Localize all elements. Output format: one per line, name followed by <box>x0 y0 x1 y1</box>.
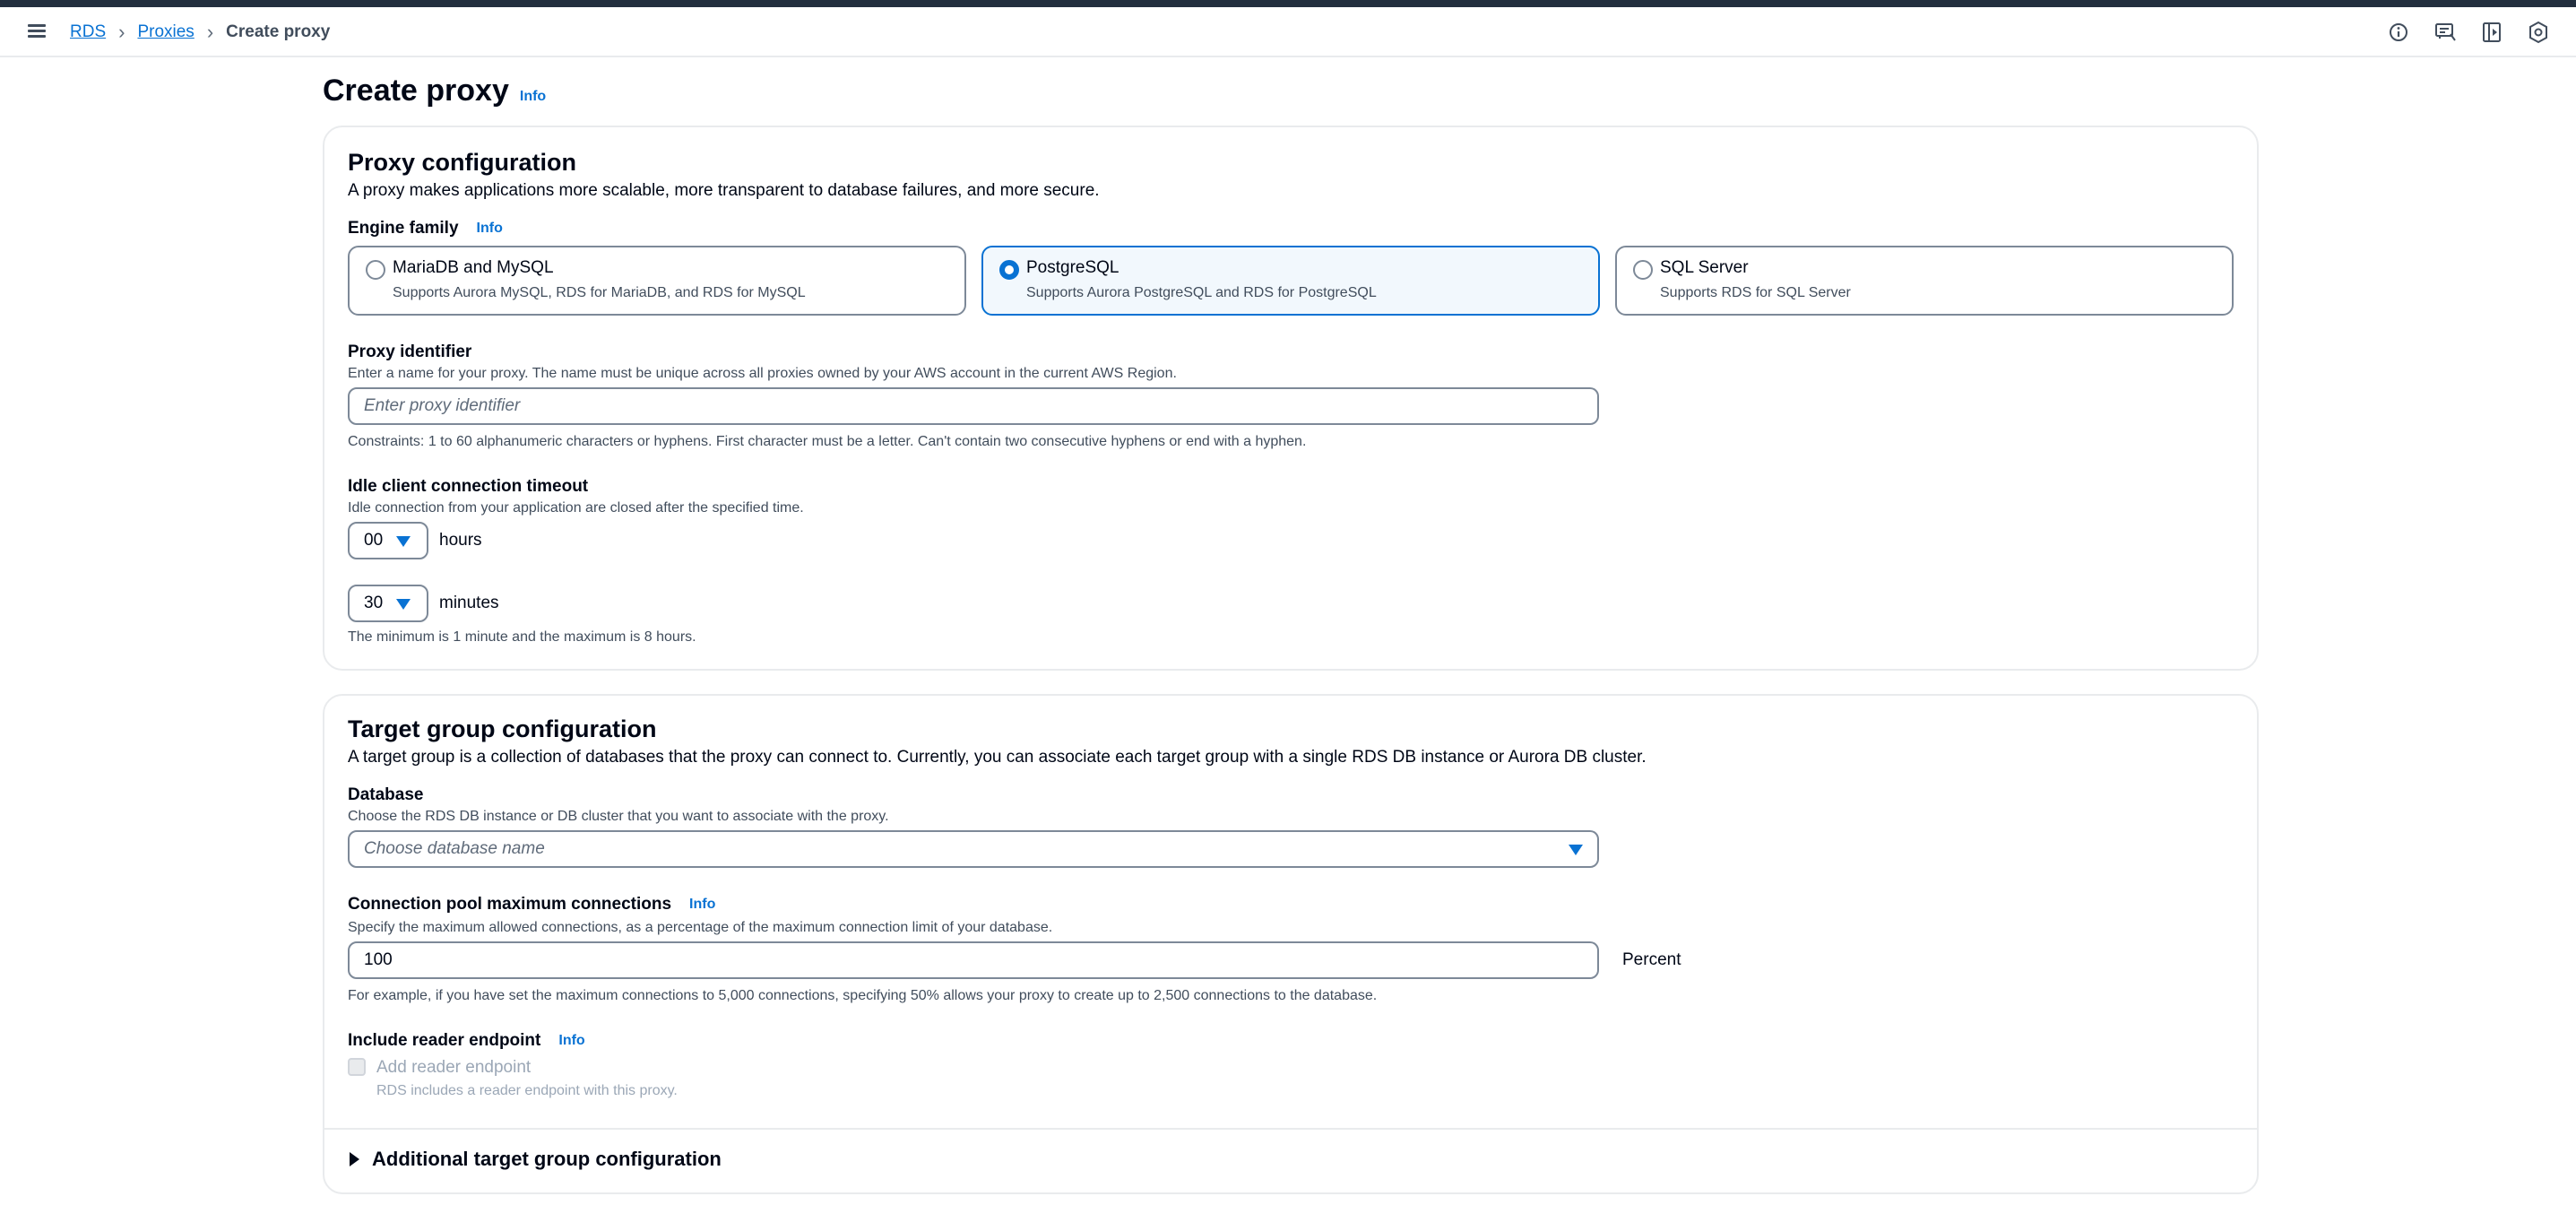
feedback-icon[interactable] <box>2433 20 2458 45</box>
breadcrumb-current: Create proxy <box>226 22 331 41</box>
add-reader-endpoint-description: RDS includes a reader endpoint with this… <box>376 1083 678 1098</box>
proxy-identifier-input[interactable]: Enter proxy identifier <box>348 387 1599 425</box>
radio-button[interactable] <box>1633 260 1653 280</box>
chevron-right-icon: › <box>118 21 125 43</box>
chevron-right-icon: › <box>206 21 214 43</box>
engine-option-postgresql[interactable]: PostgreSQL Supports Aurora PostgreSQL an… <box>981 246 1600 316</box>
engine-option-subtitle: Supports RDS for SQL Server <box>1660 285 1851 300</box>
split-panel-icon[interactable] <box>2479 20 2504 45</box>
hours-unit: hours <box>439 531 482 550</box>
idle-timeout-label: Idle client connection timeout <box>348 477 589 496</box>
hours-select[interactable]: 00 <box>348 522 428 559</box>
target-group-configuration-panel: Target group configuration A target grou… <box>323 694 2259 1194</box>
proxy-identifier-constraint: Constraints: 1 to 60 alphanumeric charac… <box>348 434 1307 449</box>
radio-button[interactable] <box>366 260 385 280</box>
add-reader-endpoint-checkbox[interactable] <box>348 1058 366 1076</box>
utility-icons <box>2386 20 2551 45</box>
connection-pool-description: Specify the maximum allowed connections,… <box>348 920 1053 935</box>
database-placeholder: Choose database name <box>364 839 545 858</box>
additional-target-group-label: Additional target group configuration <box>372 1148 722 1170</box>
engine-option-sql-server[interactable]: SQL Server Supports RDS for SQL Server <box>1615 246 2234 316</box>
database-description: Choose the RDS DB instance or DB cluster… <box>348 809 889 824</box>
breadcrumb: RDS › Proxies › Create proxy <box>70 20 330 45</box>
engine-option-subtitle: Supports Aurora PostgreSQL and RDS for P… <box>1026 285 1377 300</box>
reader-endpoint-label-text: Include reader endpoint <box>348 1031 541 1050</box>
proxy-configuration-heading: Proxy configuration <box>348 149 577 176</box>
page-info-link[interactable]: Info <box>520 89 546 105</box>
page-title: Create proxy <box>323 74 509 108</box>
engine-family-info-link[interactable]: Info <box>477 221 503 237</box>
connection-pool-info-link[interactable]: Info <box>689 897 715 913</box>
engine-option-subtitle: Supports Aurora MySQL, RDS for MariaDB, … <box>393 285 806 300</box>
connection-pool-unit: Percent <box>1622 950 1681 969</box>
proxy-identifier-description: Enter a name for your proxy. The name mu… <box>348 366 1177 381</box>
hours-value: 00 <box>364 531 384 550</box>
caret-down-icon <box>396 536 411 547</box>
idle-timeout-constraint: The minimum is 1 minute and the maximum … <box>348 629 696 645</box>
radio-button-selected[interactable] <box>999 260 1019 280</box>
connection-pool-label: Connection pool maximum connections Info <box>348 895 715 915</box>
reader-endpoint-info-link[interactable]: Info <box>558 1033 584 1049</box>
minutes-value: 30 <box>364 594 384 612</box>
database-select[interactable]: Choose database name <box>348 830 1599 868</box>
engine-family-label: Engine family Info <box>348 219 503 238</box>
connection-pool-hint: For example, if you have set the maximum… <box>348 988 1378 1003</box>
caret-down-icon <box>396 599 411 610</box>
page-header: Create proxy Info <box>323 74 546 108</box>
engine-family-label-text: Engine family <box>348 219 459 238</box>
caret-right-icon <box>350 1152 359 1166</box>
engine-option-mariadb-mysql[interactable]: MariaDB and MySQL Supports Aurora MySQL,… <box>348 246 966 316</box>
engine-option-title: SQL Server <box>1660 258 1749 277</box>
top-navigation-bar: RDS › Proxies › Create proxy <box>0 7 2576 57</box>
minutes-select[interactable]: 30 <box>348 585 428 622</box>
proxy-identifier-label: Proxy identifier <box>348 342 472 361</box>
proxy-configuration-description: A proxy makes applications more scalable… <box>348 181 1100 200</box>
reader-endpoint-label: Include reader endpoint Info <box>348 1031 585 1051</box>
connection-pool-label-text: Connection pool maximum connections <box>348 895 672 914</box>
idle-timeout-description: Idle connection from your application ar… <box>348 500 804 516</box>
connection-pool-value: 100 <box>364 950 393 969</box>
engine-option-title: MariaDB and MySQL <box>393 258 554 277</box>
proxy-configuration-panel: Proxy configuration A proxy makes applic… <box>323 126 2259 671</box>
add-reader-endpoint-label: Add reader endpoint <box>376 1058 532 1077</box>
proxy-identifier-placeholder: Enter proxy identifier <box>364 396 521 415</box>
target-group-heading: Target group configuration <box>348 715 657 742</box>
section-divider <box>324 1128 2257 1130</box>
caret-down-icon <box>1569 845 1583 855</box>
menu-icon[interactable] <box>25 22 48 43</box>
minutes-unit: minutes <box>439 594 499 612</box>
settings-hexagon-icon[interactable] <box>2526 20 2551 45</box>
engine-option-title: PostgreSQL <box>1026 258 1119 277</box>
target-group-description: A target group is a collection of databa… <box>348 748 1647 767</box>
breadcrumb-rds[interactable]: RDS <box>70 22 106 42</box>
console-top-strip <box>0 0 2576 7</box>
breadcrumb-proxies[interactable]: Proxies <box>137 22 194 42</box>
additional-target-group-expander[interactable]: Additional target group configuration <box>350 1148 722 1171</box>
connection-pool-input[interactable]: 100 <box>348 941 1599 979</box>
database-label: Database <box>348 785 424 804</box>
info-circle-icon[interactable] <box>2386 20 2411 45</box>
